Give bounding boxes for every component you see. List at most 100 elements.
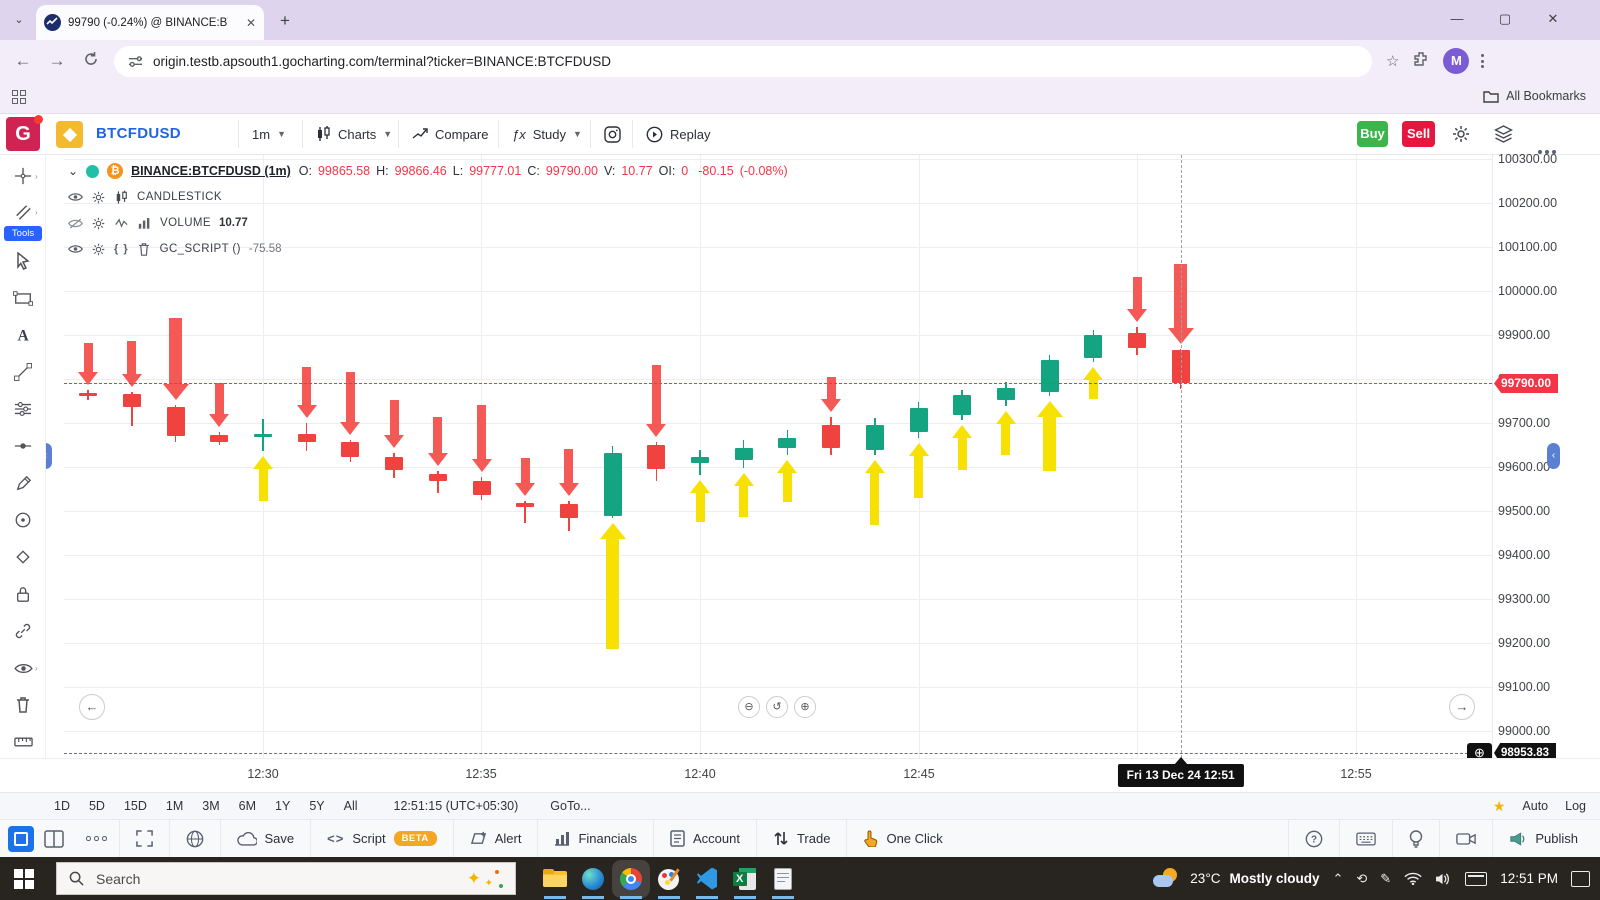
taskbar-search[interactable]: Search ✦ ✦ bbox=[56, 862, 516, 895]
chart-canvas[interactable]: ⊕ 99000.0099100.0099200.0099300.0099400.… bbox=[0, 155, 1600, 758]
delete-tool[interactable] bbox=[3, 692, 43, 718]
line-tool[interactable] bbox=[3, 359, 43, 385]
window-maximize-button[interactable]: ▢ bbox=[1482, 0, 1528, 38]
zoom-in-button[interactable]: ⊕ bbox=[794, 696, 816, 718]
compare-menu[interactable]: Compare bbox=[412, 114, 488, 154]
volume-settings-icon[interactable] bbox=[91, 217, 106, 230]
volume-icon[interactable] bbox=[1435, 872, 1452, 886]
script-settings-icon[interactable] bbox=[91, 243, 106, 256]
visibility-icon[interactable] bbox=[68, 191, 83, 203]
excel-icon[interactable]: X bbox=[732, 866, 758, 892]
apps-grid-icon[interactable] bbox=[12, 90, 26, 104]
rotation-lock-icon[interactable]: ⟲ bbox=[1356, 871, 1367, 887]
touch-keyboard-icon[interactable] bbox=[1465, 872, 1487, 886]
time-axis[interactable]: 12:3012:3512:4012:4512:5012:55Fri 13 Dec… bbox=[0, 758, 1600, 792]
diamond-tool[interactable] bbox=[3, 544, 43, 570]
save-button[interactable]: Save bbox=[221, 820, 311, 858]
bookmark-star-icon[interactable]: ☆ bbox=[1386, 52, 1399, 70]
vscode-icon[interactable] bbox=[694, 866, 720, 892]
hotkeys-button[interactable] bbox=[1340, 820, 1392, 858]
publish-button[interactable]: Publish bbox=[1493, 820, 1594, 858]
ellipse-tool[interactable] bbox=[3, 507, 43, 533]
profile-avatar[interactable]: M bbox=[1443, 48, 1469, 74]
range-button-5y[interactable]: 5Y bbox=[309, 799, 324, 813]
back-button[interactable]: ← bbox=[6, 51, 40, 71]
start-button[interactable] bbox=[14, 869, 34, 889]
visibility-off-icon[interactable] bbox=[68, 217, 83, 230]
legend-collapse-icon[interactable]: ⌄ bbox=[68, 164, 78, 178]
reload-button[interactable] bbox=[74, 51, 108, 72]
range-button-1m[interactable]: 1M bbox=[166, 799, 183, 813]
symbol-name[interactable]: BTCFDUSD bbox=[96, 125, 181, 142]
site-settings-icon[interactable] bbox=[128, 54, 143, 69]
pen-tray-icon[interactable]: ✎ bbox=[1380, 871, 1391, 887]
goto-button[interactable]: GoTo... bbox=[550, 799, 590, 813]
ideas-button[interactable] bbox=[1393, 820, 1439, 858]
alert-button[interactable]: Alert bbox=[454, 820, 538, 858]
pan-left-button[interactable]: ← bbox=[79, 694, 105, 720]
script-button[interactable]: <> Script BETA bbox=[311, 820, 453, 858]
series-title[interactable]: BINANCE:BTCFDUSD (1m) bbox=[131, 164, 291, 178]
stream-button[interactable] bbox=[1440, 820, 1492, 858]
window-minimize-button[interactable]: — bbox=[1434, 0, 1480, 38]
paint-icon[interactable] bbox=[656, 866, 682, 892]
address-bar[interactable]: origin.testb.apsouth1.gocharting.com/ter… bbox=[114, 46, 1372, 77]
settings-button[interactable] bbox=[1452, 114, 1470, 154]
study-menu[interactable]: ƒx Study▼ bbox=[512, 114, 582, 154]
notepad-icon[interactable] bbox=[770, 866, 796, 892]
globe-button[interactable] bbox=[170, 820, 220, 858]
text-tool[interactable]: A bbox=[3, 322, 43, 348]
replay-button[interactable]: Replay bbox=[646, 114, 710, 154]
range-button-6m[interactable]: 6M bbox=[239, 799, 256, 813]
interval-dropdown[interactable]: 1m▼ bbox=[252, 114, 286, 154]
range-button-1y[interactable]: 1Y bbox=[275, 799, 290, 813]
charts-menu[interactable]: Charts▼ bbox=[316, 114, 392, 154]
account-button[interactable]: Account bbox=[654, 820, 756, 858]
tab-search-caret[interactable]: ⌄ bbox=[8, 10, 30, 32]
range-button-all[interactable]: All bbox=[344, 799, 358, 813]
link-tool[interactable] bbox=[3, 618, 43, 644]
cursor-tool[interactable] bbox=[3, 248, 43, 274]
favorite-star-icon[interactable]: ★ bbox=[1493, 798, 1506, 815]
weather-widget[interactable]: 23°C Mostly cloudy bbox=[1153, 868, 1319, 890]
pen-tool[interactable] bbox=[3, 470, 43, 496]
sell-button[interactable]: Sell bbox=[1402, 121, 1435, 147]
split-layout-button[interactable] bbox=[34, 820, 74, 858]
tab-close-icon[interactable]: ✕ bbox=[246, 16, 256, 30]
screenshot-button[interactable] bbox=[604, 114, 621, 154]
trade-button[interactable]: Trade bbox=[757, 820, 846, 858]
pan-right-button[interactable]: → bbox=[1449, 694, 1475, 720]
all-bookmarks-button[interactable]: All Bookmarks bbox=[1483, 89, 1586, 103]
window-close-button[interactable]: ✕ bbox=[1530, 0, 1576, 38]
log-scale-toggle[interactable]: Log bbox=[1565, 799, 1586, 813]
right-panel-handle[interactable]: ‹ bbox=[1547, 443, 1560, 469]
shape-tool[interactable] bbox=[3, 285, 43, 311]
range-button-1d[interactable]: 1D bbox=[54, 799, 70, 813]
wifi-icon[interactable] bbox=[1404, 872, 1422, 885]
zoom-out-button[interactable]: ⊖ bbox=[738, 696, 760, 718]
series-settings-icon[interactable] bbox=[91, 191, 106, 204]
range-button-3m[interactable]: 3M bbox=[202, 799, 219, 813]
active-layout-button[interactable] bbox=[8, 826, 34, 852]
browser-tab[interactable]: 99790 (-0.24%) @ BINANCE:BTC ✕ bbox=[36, 5, 264, 40]
auto-scale-toggle[interactable]: Auto bbox=[1522, 799, 1548, 813]
extensions-icon[interactable] bbox=[1413, 51, 1429, 71]
file-explorer-icon[interactable] bbox=[542, 866, 568, 892]
indicator-tool[interactable] bbox=[3, 396, 43, 422]
zoom-reset-button[interactable]: ↺ bbox=[766, 696, 788, 718]
buy-button[interactable]: Buy bbox=[1357, 121, 1388, 147]
layouts-button[interactable] bbox=[1494, 114, 1513, 154]
forward-button[interactable]: → bbox=[40, 51, 74, 71]
measure-tool[interactable] bbox=[3, 729, 43, 755]
edge-icon[interactable] bbox=[580, 866, 606, 892]
taskbar-clock[interactable]: 12:51 PM bbox=[1500, 871, 1558, 886]
lock-tool[interactable] bbox=[3, 581, 43, 607]
browser-menu-icon[interactable] bbox=[1481, 54, 1484, 68]
notification-center-icon[interactable] bbox=[1571, 871, 1590, 887]
new-tab-button[interactable]: + bbox=[280, 11, 290, 31]
script-visibility-icon[interactable] bbox=[68, 243, 83, 255]
tray-expand-icon[interactable]: ⌃ bbox=[1332, 871, 1343, 887]
delete-script-icon[interactable] bbox=[137, 243, 152, 256]
range-button-5d[interactable]: 5D bbox=[89, 799, 105, 813]
range-button-15d[interactable]: 15D bbox=[124, 799, 147, 813]
